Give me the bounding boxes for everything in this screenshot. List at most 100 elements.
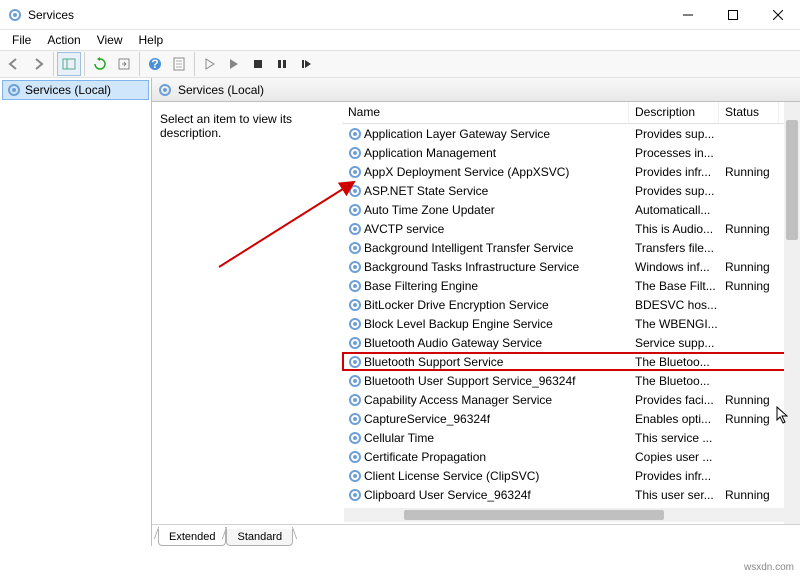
gear-icon (348, 412, 362, 426)
service-row[interactable]: Block Level Backup Engine ServiceThe WBE… (342, 314, 800, 333)
description-text: Select an item to view its description. (160, 112, 292, 140)
gear-icon (348, 317, 362, 331)
service-description: Provides sup... (629, 127, 719, 141)
scrollbar-thumb[interactable] (786, 120, 798, 240)
nav-services-local[interactable]: Services (Local) (2, 80, 149, 100)
service-row[interactable]: Base Filtering EngineThe Base Filt...Run… (342, 276, 800, 295)
service-name: Bluetooth User Support Service_96324f (364, 374, 575, 388)
horizontal-scrollbar[interactable] (344, 508, 784, 522)
service-row[interactable]: Certificate Propagation Copies user ... (342, 447, 800, 466)
play-button[interactable] (222, 52, 246, 76)
gear-icon (7, 83, 21, 97)
service-status: Running (719, 412, 779, 426)
gear-icon (348, 260, 362, 274)
service-description: BDESVC hos... (629, 298, 719, 312)
service-description: Automaticall... (629, 203, 719, 217)
service-description: Enables opti... (629, 412, 719, 426)
gear-icon (348, 146, 362, 160)
menu-action[interactable]: Action (39, 33, 88, 47)
service-description: Copies user ... (629, 450, 719, 464)
svg-text:?: ? (151, 57, 158, 71)
service-row[interactable]: AVCTP serviceThis is Audio...Running (342, 219, 800, 238)
menu-file[interactable]: File (4, 33, 39, 47)
service-description: Processes in... (629, 146, 719, 160)
service-row[interactable]: Bluetooth Audio Gateway ServiceService s… (342, 333, 800, 352)
column-description[interactable]: Description (629, 102, 719, 123)
service-status: Running (719, 222, 779, 236)
menu-help[interactable]: Help (131, 33, 172, 47)
service-row[interactable]: Application Layer Gateway ServiceProvide… (342, 124, 800, 143)
service-row[interactable]: Bluetooth Support Service The Bluetoo... (342, 352, 800, 371)
toolbar-separator (84, 52, 85, 76)
service-description: The Bluetoo... (629, 355, 719, 369)
close-button[interactable] (755, 0, 800, 30)
pause-button[interactable] (270, 52, 294, 76)
gear-icon (348, 127, 362, 141)
column-headers: Name Description Status (342, 102, 800, 124)
service-row[interactable]: ASP.NET State Service Provides sup... (342, 181, 800, 200)
service-description: Provides infr... (629, 469, 719, 483)
menu-bar: File Action View Help (0, 30, 800, 50)
service-description: The Bluetoo... (629, 374, 719, 388)
gear-icon (158, 83, 172, 97)
start-service-button[interactable] (198, 52, 222, 76)
scrollbar-thumb[interactable] (404, 510, 664, 520)
service-row[interactable]: Capability Access Manager ServiceProvide… (342, 390, 800, 409)
service-row[interactable]: Background Intelligent Transfer ServiceT… (342, 238, 800, 257)
column-name[interactable]: Name (342, 102, 629, 123)
gear-icon (348, 222, 362, 236)
service-row[interactable]: Application ManagementProcesses in... (342, 143, 800, 162)
vertical-scrollbar[interactable] (784, 102, 800, 524)
service-name: Base Filtering Engine (364, 279, 478, 293)
gear-icon (348, 450, 362, 464)
column-status[interactable]: Status (719, 102, 779, 123)
service-description: This user ser... (629, 488, 719, 502)
service-name: Bluetooth Support Service (364, 355, 503, 369)
restart-button[interactable] (294, 52, 318, 76)
tab-standard[interactable]: Standard (226, 529, 293, 546)
service-description: This is Audio... (629, 222, 719, 236)
service-name: ASP.NET State Service (364, 184, 488, 198)
details-header: Services (Local) (152, 78, 800, 102)
menu-view[interactable]: View (89, 33, 131, 47)
service-row[interactable]: Background Tasks Infrastructure ServiceW… (342, 257, 800, 276)
service-row[interactable]: BitLocker Drive Encryption ServiceBDESVC… (342, 295, 800, 314)
service-name: Bluetooth Audio Gateway Service (364, 336, 542, 350)
service-row[interactable]: Client License Service (ClipSVC)Provides… (342, 466, 800, 485)
service-name: Certificate Propagation (364, 450, 486, 464)
service-description: Provides sup... (629, 184, 719, 198)
service-row[interactable]: Clipboard User Service_96324f This user s… (342, 485, 800, 504)
app-icon (8, 8, 22, 22)
service-row[interactable]: Bluetooth User Support Service_96324f The… (342, 371, 800, 390)
service-description: Transfers file... (629, 241, 719, 255)
help-button[interactable]: ? (143, 52, 167, 76)
toolbar: ? (0, 50, 800, 78)
export-button[interactable] (112, 52, 136, 76)
refresh-button[interactable] (88, 52, 112, 76)
service-name: AppX Deployment Service (AppXSVC) (364, 165, 569, 179)
minimize-button[interactable] (665, 0, 710, 30)
service-name: CaptureService_96324f (364, 412, 490, 426)
nav-item-label: Services (Local) (25, 83, 111, 97)
tab-strip: Extended Standard (152, 524, 800, 546)
stop-button[interactable] (246, 52, 270, 76)
service-name: Clipboard User Service_96324f (364, 488, 531, 502)
service-row[interactable]: Auto Time Zone Updater Automaticall... (342, 200, 800, 219)
properties-button[interactable] (167, 52, 191, 76)
back-button[interactable] (2, 52, 26, 76)
service-status: Running (719, 260, 779, 274)
service-status: Running (719, 279, 779, 293)
tab-extended[interactable]: Extended (158, 529, 226, 546)
service-row[interactable]: AppX Deployment Service (AppXSVC)Provide… (342, 162, 800, 181)
gear-icon (348, 336, 362, 350)
window-title: Services (28, 8, 665, 22)
service-row[interactable]: Cellular TimeThis service ... (342, 428, 800, 447)
maximize-button[interactable] (710, 0, 755, 30)
forward-button[interactable] (26, 52, 50, 76)
gear-icon (348, 431, 362, 445)
service-name: Auto Time Zone Updater (364, 203, 495, 217)
services-list: Name Description Status Application Laye… (342, 102, 800, 524)
show-hide-tree-button[interactable] (57, 52, 81, 76)
service-row[interactable]: CaptureService_96324f Enables opti...Runn… (342, 409, 800, 428)
gear-icon (348, 165, 362, 179)
